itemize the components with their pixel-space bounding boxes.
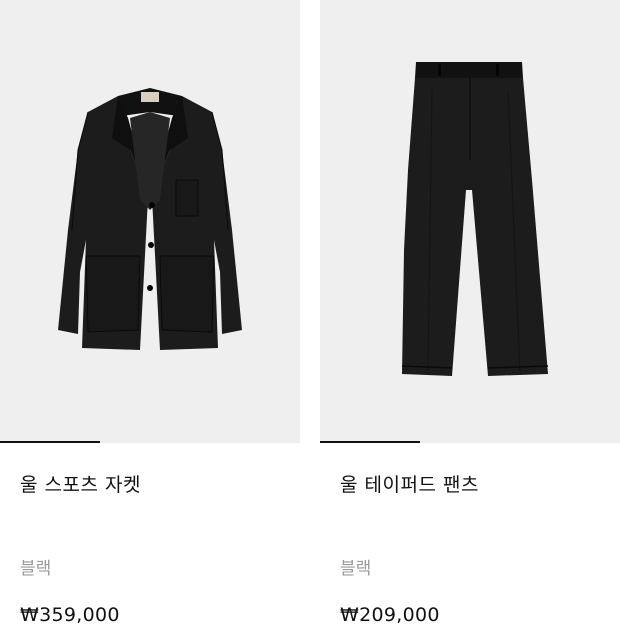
product-name[interactable]: 울 스포츠 자켓 [20,470,141,497]
product-card-jacket[interactable]: 울 스포츠 자켓 블랙 ₩359,000 [0,0,300,626]
product-image-pants[interactable] [320,0,620,443]
image-carousel-indicator [0,441,100,443]
jacket-image [58,88,242,350]
product-color: 블랙 [20,559,52,579]
product-color: 블랙 [340,559,372,579]
product-image-jacket[interactable] [0,0,300,443]
pants-image [401,62,549,376]
product-card-pants[interactable]: 울 테이퍼드 팬츠 블랙 ₩209,000 [320,0,620,626]
image-carousel-indicator [320,441,420,443]
product-price: ₩209,000 [340,604,440,626]
product-name[interactable]: 울 테이퍼드 팬츠 [340,470,479,497]
product-price: ₩359,000 [20,604,120,626]
